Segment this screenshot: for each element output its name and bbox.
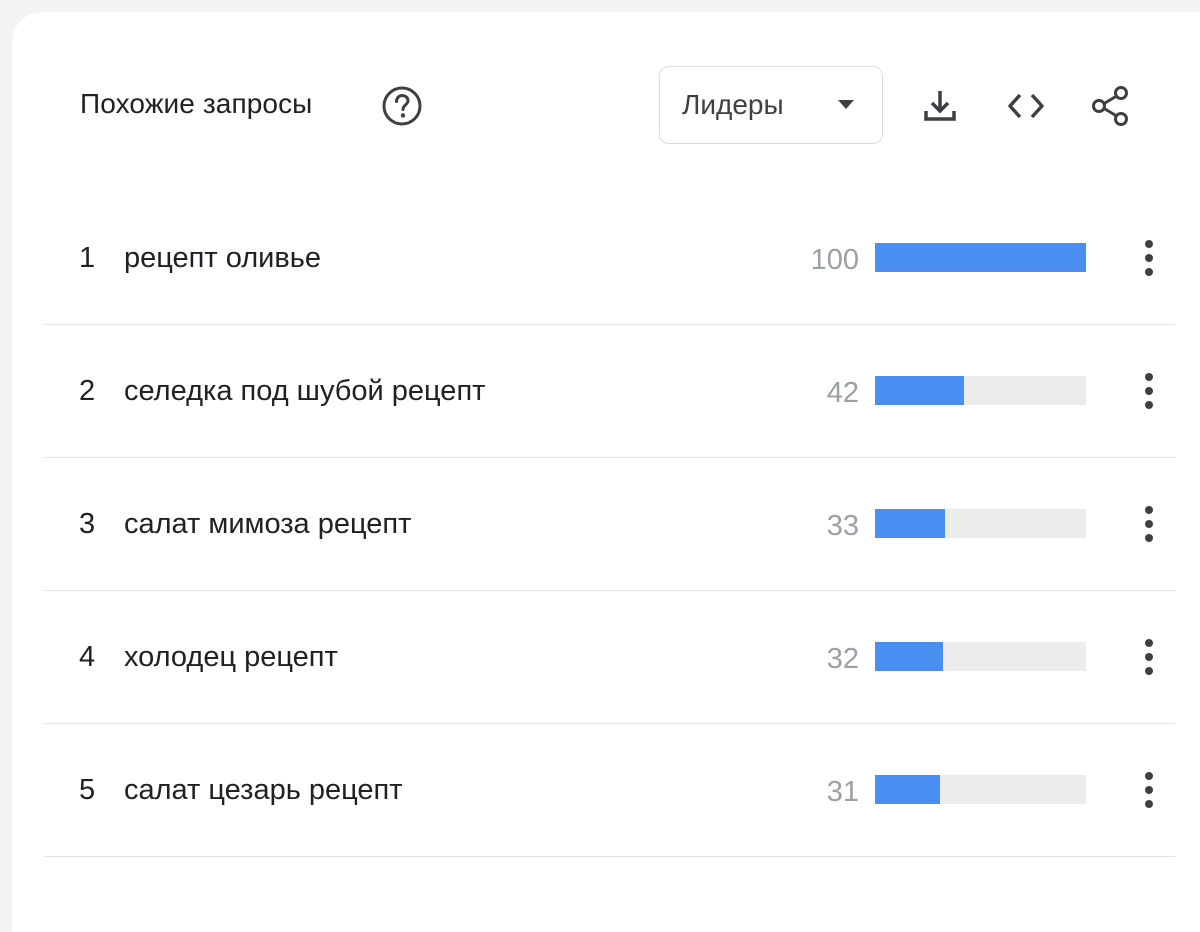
row-rank: 3 [79,508,96,540]
row-value: 42 [826,377,859,409]
row-rank: 5 [79,774,96,806]
row-value: 31 [826,776,859,808]
more-vert-icon[interactable] [1133,502,1165,546]
card-header: Похожие запросы Лидеры [12,12,1200,192]
row-rank: 1 [79,242,96,274]
row-query[interactable]: салат мимоза рецепт [124,508,411,541]
table-row: 4 холодец рецепт 32 [45,591,1175,724]
row-rank: 4 [79,641,96,673]
more-vert-icon[interactable] [1133,369,1165,413]
card-title: Похожие запросы [80,88,313,119]
row-rank: 2 [79,375,96,407]
row-value: 100 [810,244,859,276]
mode-dropdown[interactable]: Лидеры [659,66,883,144]
more-vert-icon[interactable] [1133,236,1165,280]
row-query[interactable]: холодец рецепт [124,641,338,674]
more-vert-icon[interactable] [1133,635,1165,679]
bar-track [875,642,1086,671]
bar [875,376,964,405]
more-vert-icon[interactable] [1133,768,1165,812]
bar-track [875,243,1086,272]
bar-track [875,509,1086,538]
table-row: 5 салат цезарь рецепт 31 [45,724,1175,857]
share-icon[interactable] [1086,82,1134,130]
bar-track [875,376,1086,405]
table-row: 2 селедка под шубой рецепт 42 [45,325,1175,458]
table-row: 1 рецепт оливье 100 [45,192,1175,325]
table-row: 3 салат мимоза рецепт 33 [45,458,1175,591]
bar [875,509,945,538]
query-list: 1 рецепт оливье 100 2 селедка под шубой … [45,192,1175,857]
caret-down-icon [838,100,854,109]
row-query[interactable]: рецепт оливье [124,242,321,275]
bar [875,243,1086,272]
dropdown-selected-label: Лидеры [682,89,784,120]
row-value: 32 [826,643,859,675]
bar-track [875,775,1086,804]
row-query[interactable]: селедка под шубой рецепт [124,375,485,408]
embed-code-icon[interactable] [1002,82,1050,130]
bar [875,642,943,671]
bar [875,775,941,804]
row-query[interactable]: салат цезарь рецепт [124,774,403,807]
download-icon[interactable] [916,82,964,130]
related-queries-card: Похожие запросы Лидеры 1 рецепт оливье 1… [12,12,1200,932]
help-circle-icon[interactable] [380,84,424,128]
row-value: 33 [826,510,859,542]
